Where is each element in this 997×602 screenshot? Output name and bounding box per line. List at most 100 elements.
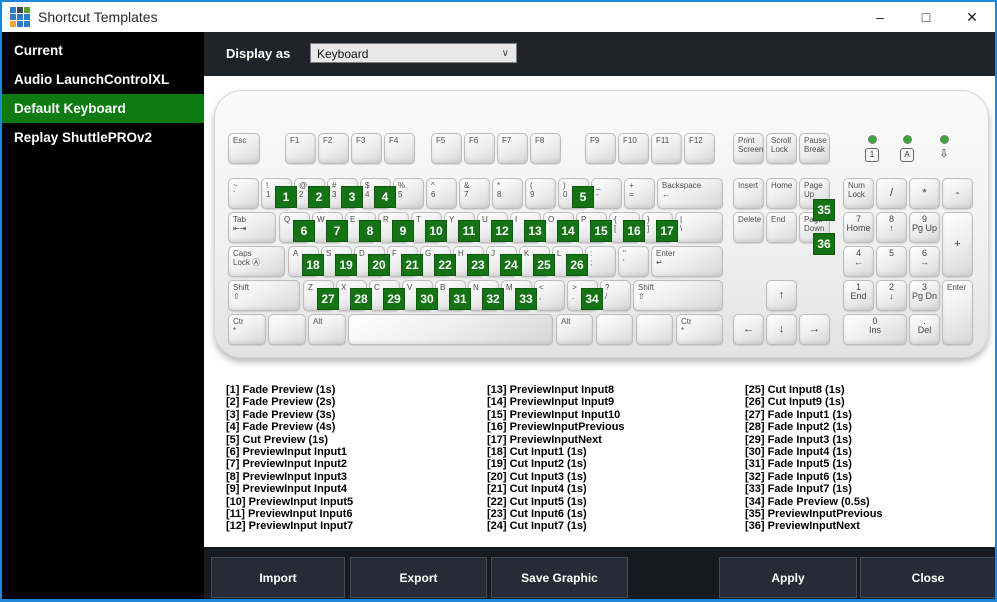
save-graphic-button[interactable]: Save Graphic	[491, 557, 628, 598]
key-9: 9 Pg Up	[909, 212, 940, 243]
keyboard-graphic: Esc F1 F2 F3 F4 F5 F6 F7 F8 F9 F10 F11 F12 Print Scre…	[214, 90, 989, 358]
key-label: F10	[623, 136, 637, 145]
key-label: 4 ←	[854, 248, 863, 267]
shortcut-entry: [8] PreviewInput Input3	[226, 470, 348, 483]
import-button[interactable]: Import	[211, 557, 345, 598]
key-label: F4	[389, 136, 399, 145]
key-label: 7 Home	[846, 214, 871, 233]
key-k: K 25	[519, 246, 555, 277]
key-2: 2 ↓	[876, 280, 907, 311]
key-label: Backspace ←	[662, 181, 702, 199]
shortcut-badge-36: 36	[813, 233, 835, 255]
key-label	[269, 315, 305, 317]
key-ctr: Ctr *	[676, 314, 723, 345]
key-label: " '	[623, 249, 626, 267]
key-u: U 12	[477, 212, 513, 243]
key-label: /	[889, 187, 894, 199]
chevron-down-icon: ∨	[501, 48, 509, 59]
apply-button[interactable]: Apply	[719, 557, 857, 598]
shortcut-entry: [24] Cut Input7 (1s)	[487, 520, 587, 533]
key-blank	[348, 314, 553, 345]
key-blank	[596, 314, 633, 345]
key-enter: Enter	[942, 280, 973, 345]
shortcut-badge-35: 35	[813, 199, 835, 221]
key-f12: F12	[684, 133, 715, 164]
key-r: R9	[378, 212, 414, 243]
led-dot	[939, 135, 949, 144]
key-m: M 33	[501, 280, 537, 311]
key-sym: ) 05	[558, 178, 594, 209]
maximize-button[interactable]: □	[903, 2, 949, 32]
shortcut-entry: [21] Cut Input4 (1s)	[487, 483, 587, 496]
key-5: 5	[876, 246, 907, 277]
shortcut-entry: [2] Fade Preview (2s)	[226, 396, 336, 409]
minimize-button[interactable]: –	[857, 2, 903, 32]
shortcut-badge-7: 7	[326, 220, 348, 242]
key-ctr: Ctr *	[228, 314, 266, 345]
led-dot	[902, 135, 912, 144]
key-alt: Alt	[308, 314, 346, 345]
key-f2: F2	[318, 133, 349, 164]
key-sym: @ 22	[294, 178, 330, 209]
dropdown-value: Keyboard	[317, 47, 369, 61]
key-label: Enter	[947, 283, 967, 292]
key-a: A 18	[288, 246, 324, 277]
key-label: Home	[771, 181, 793, 190]
key-label: -	[955, 187, 960, 199]
key-label: 6 →	[920, 248, 929, 267]
key-sym: & 7	[459, 178, 490, 209]
shortcut-badge-28: 28	[350, 288, 372, 310]
shortcut-column-1: [1] Fade Preview (1s) [2] Fade Preview (2…	[226, 384, 353, 533]
key-label: . Del	[917, 316, 932, 335]
key-e: E8	[345, 212, 381, 243]
shortcut-badge-27: 27	[317, 288, 339, 310]
key-label: ^ 6	[431, 181, 436, 199]
shortcut-entry: [18] Cut Input1 (1s)	[487, 446, 587, 459]
shortcut-entry: [5] Cut Preview (1s)	[226, 433, 329, 446]
titlebar: Shortcut Templates – □ ✕	[2, 2, 995, 32]
key-label: Insert	[738, 181, 759, 190]
shortcut-badge-1: 1	[275, 186, 297, 208]
sidebar-item-default-keyboard[interactable]: Default Keyboard	[2, 94, 204, 123]
key-label: Pause Break	[804, 136, 827, 154]
shortcut-badge-5: 5	[572, 186, 594, 208]
shortcut-badge-25: 25	[533, 254, 555, 276]
shortcut-badge-14: 14	[557, 220, 579, 242]
shortcut-entry: [25] Cut Input8 (1s)	[745, 384, 845, 396]
key-sym: . Del	[909, 314, 940, 345]
shortcut-badge-20: 20	[368, 254, 390, 276]
key-q: Q6	[279, 212, 315, 243]
shortcut-entry: [15] PreviewInput Input10	[487, 408, 621, 421]
shortcut-badge-3: 3	[341, 186, 363, 208]
key-f5: F5	[431, 133, 462, 164]
sidebar-item-current[interactable]: Current	[2, 36, 204, 65]
sidebar-item-replay-shuttleprov2[interactable]: Replay ShuttlePROv2	[2, 123, 204, 152]
shortcut-entry: [22] Cut Input5 (1s)	[487, 495, 587, 508]
shortcut-badge-18: 18	[302, 254, 324, 276]
shortcut-entry: [23] Cut Input6 (1s)	[487, 508, 587, 521]
shortcut-badge-11: 11	[458, 220, 480, 242]
key-1: 1 End	[843, 280, 874, 311]
key-f8: F8	[530, 133, 561, 164]
key-sym: + =	[624, 178, 655, 209]
key-sym: ↓	[766, 314, 797, 345]
key-num: Num Lock	[843, 178, 874, 209]
display-as-dropdown[interactable]: Keyboard ∨	[310, 43, 517, 63]
export-button[interactable]: Export	[350, 557, 487, 598]
shortcut-entry: [16] PreviewInputPrevious	[487, 421, 625, 434]
close-button[interactable]: Close	[860, 557, 995, 598]
shortcut-entry: [12] PreviewInput Input7	[226, 520, 354, 533]
shortcut-badge-33: 33	[515, 288, 537, 310]
key-scroll: Scroll Lock	[766, 133, 797, 164]
key-sym: " '	[618, 246, 649, 277]
close-window-button[interactable]: ✕	[949, 2, 995, 32]
key-w: W7	[312, 212, 348, 243]
key-label: →	[809, 323, 820, 335]
shortcut-badge-31: 31	[449, 288, 471, 310]
sidebar-item-audio-launchcontrolxl[interactable]: Audio LaunchControlXL	[2, 65, 204, 94]
key-label: ←	[743, 323, 754, 335]
shortcut-entry: [30] Fade Input4 (1s)	[745, 446, 852, 459]
shortcut-badge-22: 22	[434, 254, 456, 276]
led-icon: A	[900, 148, 914, 162]
key-sym: } ] 17	[642, 212, 678, 243]
